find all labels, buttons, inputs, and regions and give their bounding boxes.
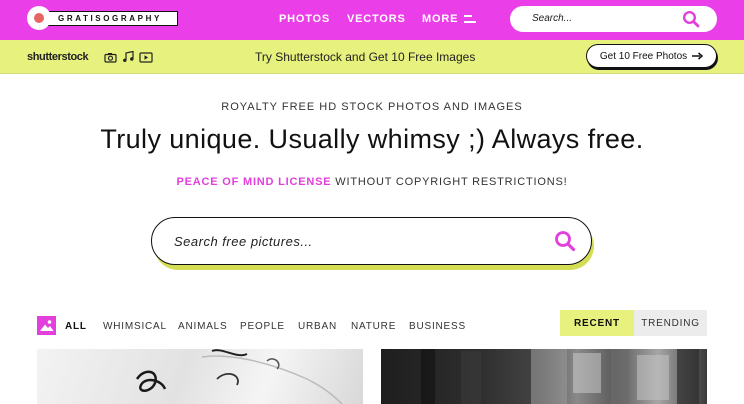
nav-more-menu[interactable]: MORE — [422, 13, 477, 25]
logo-dot-icon — [27, 6, 51, 30]
category-people[interactable]: PEOPLE — [240, 321, 285, 332]
get-free-photos-button[interactable]: Get 10 Free Photos — [586, 44, 717, 68]
license-rest: WITHOUT COPYRIGHT RESTRICTIONS! — [331, 176, 568, 188]
photo-doodle — [135, 349, 343, 404]
shutterstock-promo-bar: shutterstock Try Shutterstock and Get 10… — [0, 40, 744, 74]
main-search-input[interactable]: Search free pictures... — [151, 217, 592, 265]
header-search-input[interactable]: Search... — [510, 6, 717, 32]
nav-photos-link[interactable]: PHOTOS — [279, 13, 330, 25]
music-note-icon — [123, 51, 134, 62]
hamburger-icon — [464, 15, 477, 23]
category-business[interactable]: BUSINESS — [409, 321, 466, 332]
category-urban[interactable]: URBAN — [298, 321, 337, 332]
shutterstock-logo[interactable]: shutterstock — [27, 51, 89, 63]
image-icon — [37, 316, 56, 335]
sort-recent-tab[interactable]: RECENT — [560, 310, 634, 336]
hero-headline: Truly unique. Usually whimsy ;) Always f… — [100, 124, 644, 154]
main-search-placeholder: Search free pictures... — [174, 234, 313, 249]
search-icon[interactable] — [554, 230, 576, 252]
license-line: PEACE OF MIND LICENSE WITHOUT COPYRIGHT … — [0, 176, 744, 188]
photo-tile[interactable] — [37, 349, 363, 404]
photo-texture — [421, 349, 699, 404]
video-play-icon — [139, 51, 153, 63]
hero-eyebrow: ROYALTY FREE HD STOCK PHOTOS AND IMAGES — [221, 101, 523, 113]
get-free-photos-label: Get 10 Free Photos — [599, 50, 688, 62]
nav-more-label: MORE — [422, 13, 459, 25]
site-logo[interactable]: GRATISOGRAPHY — [27, 6, 178, 30]
category-animals[interactable]: ANIMALS — [178, 321, 228, 332]
photo-tile[interactable] — [381, 349, 707, 404]
media-type-icons — [104, 51, 153, 63]
camera-icon — [104, 52, 117, 63]
nav-vectors-link[interactable]: VECTORS — [347, 13, 406, 25]
top-nav-bar: GRATISOGRAPHY PHOTOS VECTORS MORE Search… — [0, 0, 744, 40]
arrow-right-icon — [692, 52, 704, 60]
license-link[interactable]: PEACE OF MIND LICENSE — [177, 176, 332, 188]
promo-text: Try Shutterstock and Get 10 Free Images — [255, 50, 476, 64]
header-search-placeholder: Search... — [532, 13, 573, 24]
category-whimsical[interactable]: WHIMSICAL — [103, 321, 167, 332]
logo-wordmark: GRATISOGRAPHY — [45, 10, 178, 26]
category-nature[interactable]: NATURE — [351, 321, 396, 332]
category-all[interactable]: ALL — [65, 321, 87, 332]
search-icon[interactable] — [682, 10, 700, 28]
sort-trending-tab[interactable]: TRENDING — [634, 310, 707, 336]
